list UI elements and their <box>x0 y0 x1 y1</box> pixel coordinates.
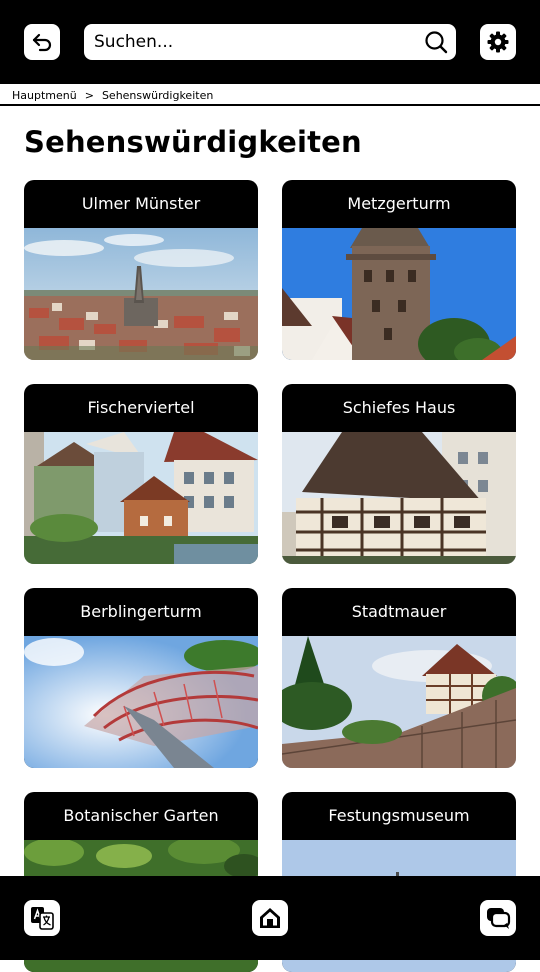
card-metzgerturm[interactable]: Metzgerturm <box>282 180 516 360</box>
card-title: Stadtmauer <box>351 602 447 621</box>
card-berblingerturm[interactable]: Berblingerturm <box>24 588 258 768</box>
chat-button[interactable] <box>480 900 516 936</box>
crooked-house-photo <box>282 432 516 564</box>
tower-photo <box>282 228 516 360</box>
card-title: Schiefes Haus <box>342 398 456 417</box>
card-fischerviertel[interactable]: Fischerviertel <box>24 384 258 564</box>
card-title: Ulmer Münster <box>81 194 201 213</box>
card-ulmer-muenster[interactable]: Ulmer Münster <box>24 180 258 360</box>
translate-button[interactable] <box>24 900 60 936</box>
card-title: Fischerviertel <box>87 398 195 417</box>
fisher-quarter-photo <box>24 432 258 564</box>
card-title: Festungsmuseum <box>328 806 470 825</box>
card-stadtmauer[interactable]: Stadtmauer <box>282 588 516 768</box>
chat-icon <box>487 908 511 929</box>
city-wall-photo <box>282 636 516 768</box>
attraction-grid: Ulmer Münster Metzgerturm Fischerviertel… <box>0 0 540 972</box>
home-button[interactable] <box>252 900 288 936</box>
card-title: Botanischer Garten <box>63 806 219 825</box>
cathedral-city-photo <box>24 228 258 360</box>
card-title: Metzgerturm <box>347 194 451 213</box>
card-schiefes-haus[interactable]: Schiefes Haus <box>282 384 516 564</box>
bottom-bar <box>0 876 540 960</box>
spiral-tower-photo <box>24 636 258 768</box>
card-title: Berblingerturm <box>80 602 202 621</box>
home-icon <box>260 908 280 928</box>
translate-icon <box>31 907 54 930</box>
